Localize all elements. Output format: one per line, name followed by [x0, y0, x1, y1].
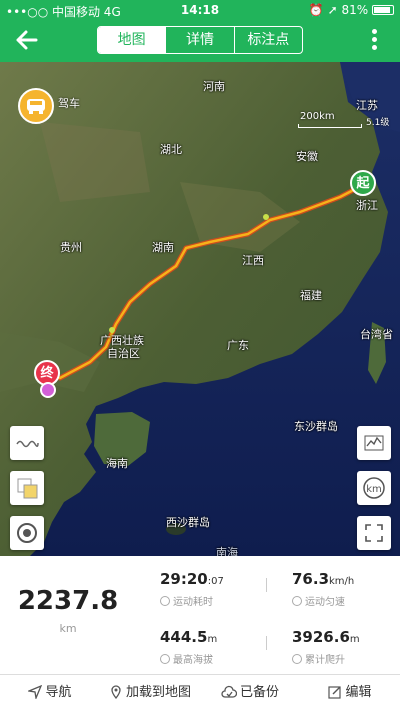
cloud-check-icon	[221, 685, 238, 698]
load-to-map-button[interactable]: 加载到地图	[100, 675, 200, 711]
duration-cell: 29:20:07 运动耗时	[160, 570, 224, 608]
map-layers-button[interactable]	[10, 471, 44, 505]
map-label-henan: 河南	[203, 80, 225, 93]
elevation-toggle-button[interactable]	[10, 426, 44, 460]
scale-bar	[298, 124, 362, 128]
duration-label: 运动耗时	[173, 597, 213, 608]
load-to-map-label: 加载到地图	[125, 685, 191, 700]
layers-icon	[17, 478, 38, 499]
km-icon: km	[363, 477, 385, 499]
tab-group: 地图 详情 标注点	[97, 26, 303, 54]
map-label-autonomous-region: 自治区	[107, 347, 140, 360]
map-pin-icon	[111, 685, 121, 700]
chart-line-icon	[364, 435, 384, 451]
backup-button[interactable]: 已备份	[200, 675, 300, 711]
fullscreen-button[interactable]	[357, 516, 391, 550]
speedometer-icon	[292, 596, 302, 606]
map-view[interactable]: 河南 江苏 湖北 安徽 浙江 贵州 湖南 江西 福建 广西壮族 自治区 广东 台…	[0, 62, 400, 556]
chart-button[interactable]	[357, 426, 391, 460]
svg-text:km: km	[366, 484, 382, 495]
duration-seconds: :07	[207, 576, 224, 587]
map-label-anhui: 安徽	[296, 150, 318, 163]
altitude-value: 444.5	[160, 628, 208, 646]
map-label-hainan: 海南	[106, 457, 128, 470]
map-label-south-sea: 南海	[216, 546, 238, 556]
more-menu-icon[interactable]	[372, 29, 378, 53]
status-bar: •••○○ 中国移动 4G 14:18 ⏰ ➚ 81%	[0, 0, 400, 20]
altitude-label: 最高海拔	[173, 655, 213, 666]
scale-label: 200km	[300, 111, 335, 122]
divider	[266, 636, 267, 650]
climb-unit: m	[349, 634, 360, 645]
distance-unit: km	[59, 622, 77, 635]
map-label-hunan: 湖南	[152, 241, 174, 254]
mountain-icon	[160, 654, 170, 664]
current-position-dot	[40, 382, 56, 398]
location-arrow-icon: ➚	[327, 3, 338, 17]
backup-label: 已备份	[239, 685, 279, 700]
clock-icon	[160, 596, 170, 606]
drive-mode-label: 驾车	[58, 97, 80, 110]
back-arrow-icon	[16, 30, 38, 50]
climb-cell: 3926.6m 累计爬升	[292, 628, 360, 666]
map-label-zhejiang: 浙江	[356, 199, 378, 212]
locate-button[interactable]	[10, 516, 44, 550]
navigate-button[interactable]: 导航	[0, 675, 100, 711]
back-button[interactable]	[10, 26, 42, 54]
duration-value: 29:20	[160, 570, 208, 588]
tab-map[interactable]: 地图	[98, 27, 166, 53]
map-label-jiangxi: 江西	[242, 254, 264, 267]
zoom-level: 5.1级	[366, 118, 390, 128]
speed-value: 76.3	[292, 570, 330, 588]
arrow-up-icon	[292, 654, 302, 664]
divider	[266, 578, 267, 592]
map-label-xisha: 西沙群岛	[166, 516, 210, 529]
wave-icon	[16, 440, 39, 448]
tab-details[interactable]: 详情	[165, 27, 233, 53]
map-label-hubei: 湖北	[160, 143, 182, 156]
map-label-dongsha: 东沙群岛	[294, 420, 338, 433]
drive-mode-button[interactable]	[18, 88, 54, 124]
map-label-jiangsu: 江苏	[356, 99, 378, 112]
battery-percent: 81%	[341, 3, 369, 17]
speed-label: 运动匀速	[305, 597, 345, 608]
satellite-map	[0, 62, 400, 556]
start-marker[interactable]: 起	[350, 170, 376, 196]
car-icon	[27, 99, 45, 114]
locate-icon	[17, 523, 37, 543]
distance-block: 2237.8 km	[0, 586, 136, 635]
navigation-arrow-icon	[27, 684, 43, 701]
climb-label: 累计爬升	[305, 655, 345, 666]
tab-markers[interactable]: 标注点	[233, 27, 302, 53]
map-label-fujian: 福建	[300, 289, 322, 302]
map-label-taiwan: 台湾省	[360, 328, 393, 341]
speed-cell: 76.3km/h 运动匀速	[292, 570, 354, 608]
expand-icon	[365, 524, 383, 542]
battery-status: ⏰ ➚ 81%	[309, 3, 394, 17]
alarm-icon: ⏰	[308, 3, 324, 17]
km-markers-button[interactable]: km	[357, 471, 391, 505]
speed-unit: km/h	[329, 576, 355, 587]
map-label-guangdong: 广东	[227, 339, 249, 352]
map-label-guizhou: 贵州	[60, 241, 82, 254]
battery-icon	[372, 5, 394, 15]
altitude-unit: m	[207, 634, 218, 645]
stats-panel: 2237.8 km 29:20:07 运动耗时 76.3km/h 运动匀速 44…	[0, 556, 400, 674]
action-bar: 导航 加载到地图 已备份 编辑	[0, 674, 400, 711]
top-bar: •••○○ 中国移动 4G 14:18 ⏰ ➚ 81% 地图 详情 标注点	[0, 0, 400, 62]
altitude-cell: 444.5m 最高海拔	[160, 628, 217, 666]
distance-value: 2237.8	[17, 586, 119, 616]
edit-icon	[328, 686, 342, 699]
navigate-label: 导航	[45, 685, 72, 700]
edit-label: 编辑	[345, 685, 372, 700]
climb-value: 3926.6	[292, 628, 350, 646]
edit-button[interactable]: 编辑	[300, 675, 400, 711]
